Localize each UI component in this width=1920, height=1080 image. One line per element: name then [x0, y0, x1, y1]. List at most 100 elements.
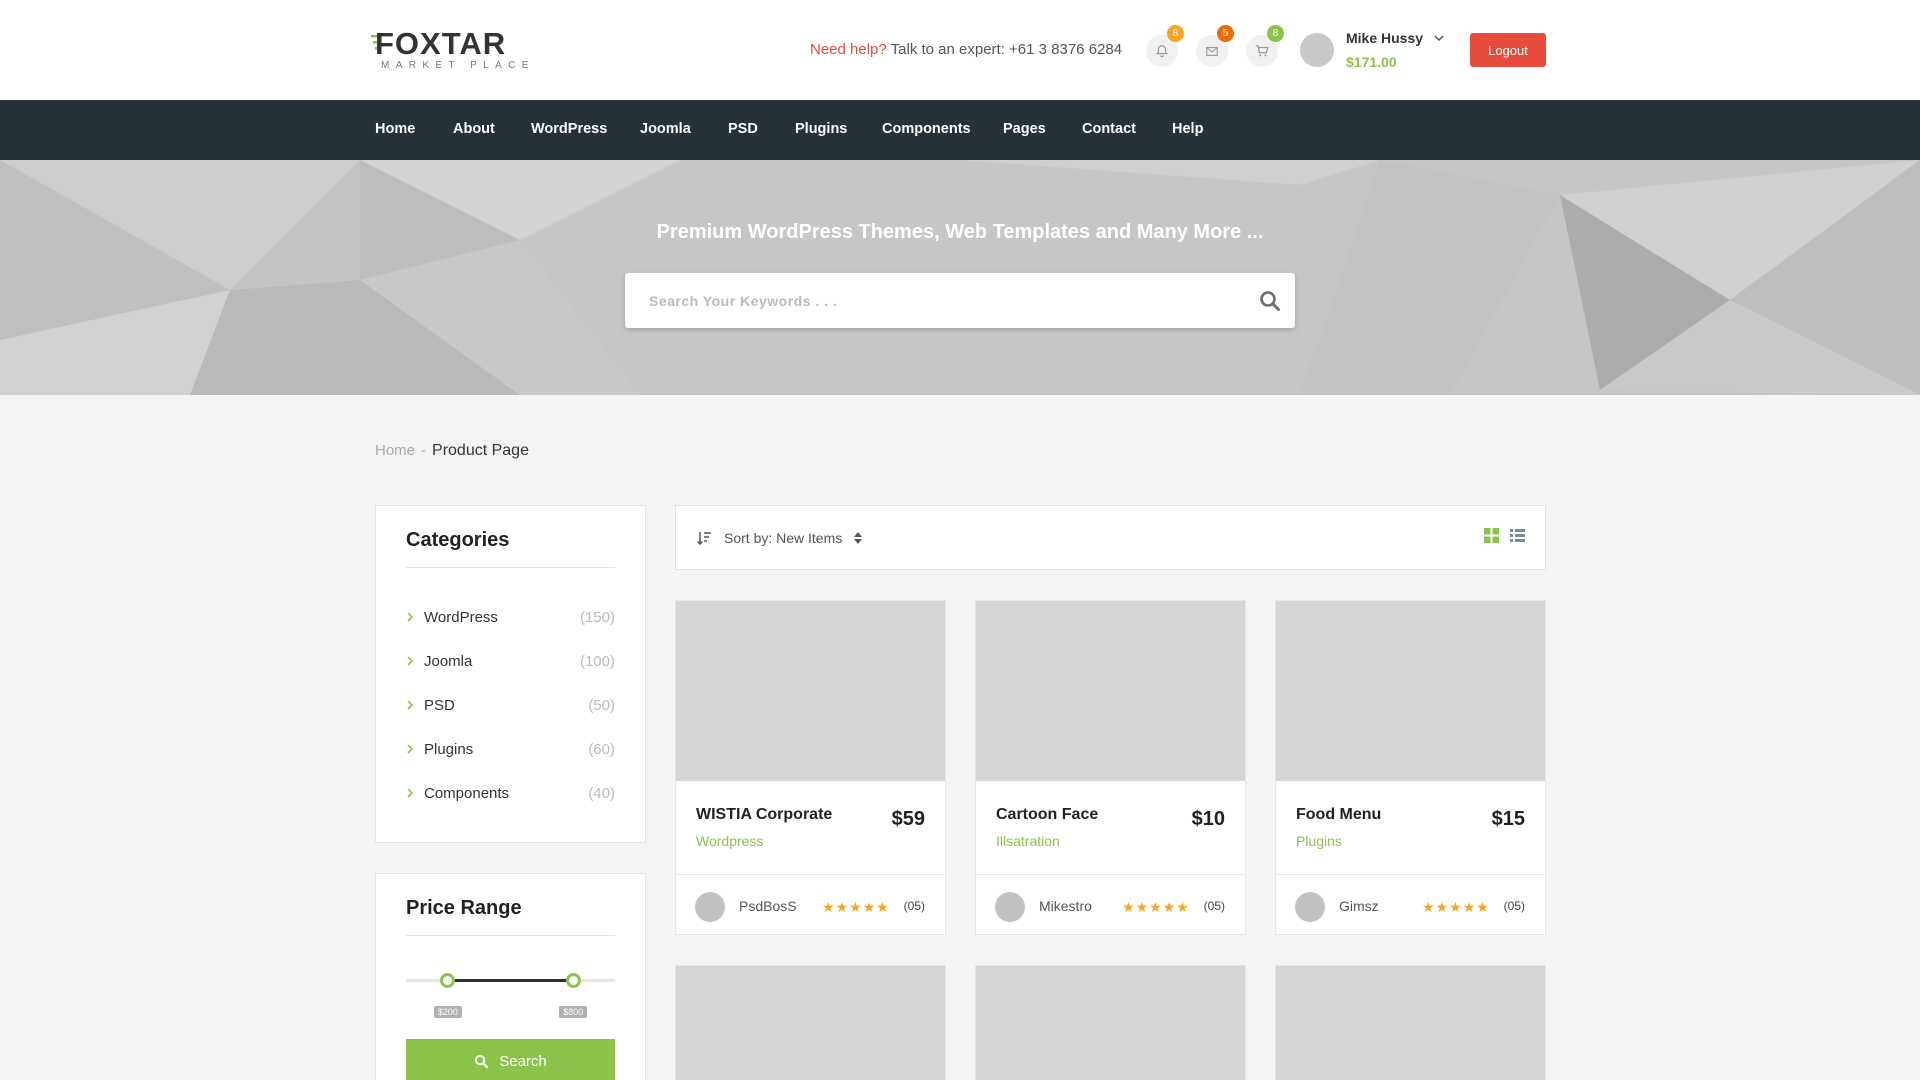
rating-count: (05): [1503, 899, 1525, 913]
sort-icon: [696, 532, 711, 546]
product-thumbnail[interactable]: [676, 966, 945, 1080]
messages-count-badge: 5: [1217, 25, 1234, 42]
star-icon: ★: [822, 899, 835, 915]
breadcrumb-current: Product Page: [432, 442, 529, 459]
category-count: (150): [579, 609, 615, 626]
categories-divider: [406, 567, 615, 568]
product-title[interactable]: Cartoon Face: [996, 806, 1098, 824]
price-range-divider: [406, 935, 615, 936]
star-icon: ★: [849, 899, 862, 915]
cart-count-badge: 8: [1267, 25, 1284, 42]
list-view-icon[interactable]: [1510, 528, 1525, 543]
main-nav: Home About WordPress Joomla PSD Plugins …: [0, 100, 1920, 160]
rating-count: (05): [903, 899, 925, 913]
product-category[interactable]: Wordpress: [696, 833, 763, 849]
category-name: WordPress: [424, 609, 498, 626]
product-thumbnail[interactable]: [976, 966, 1245, 1080]
rating-stars: ★ ★ ★ ★ ★: [1422, 899, 1489, 915]
product-thumbnail[interactable]: [1276, 601, 1545, 781]
product-thumbnail[interactable]: [1276, 966, 1545, 1080]
bell-icon: [1156, 45, 1168, 58]
hero-search-box: [625, 273, 1295, 328]
brand-logo[interactable]: FOXTAR MARKET PLACE: [371, 26, 528, 74]
chevron-right-icon: [407, 612, 414, 622]
category-item-plugins[interactable]: Plugins (60): [406, 740, 615, 760]
nav-contact[interactable]: Contact: [1082, 121, 1136, 137]
logo-tagline: MARKET PLACE: [381, 60, 535, 71]
category-name: Components: [424, 785, 510, 802]
author-avatar[interactable]: [1295, 892, 1325, 922]
author-name[interactable]: Mikestro: [1039, 898, 1092, 914]
nav-components[interactable]: Components: [882, 121, 971, 137]
hero-banner: Premium WordPress Themes, Web Templates …: [0, 160, 1920, 395]
messages-button[interactable]: 5: [1196, 25, 1234, 67]
product-title[interactable]: Food Menu: [1296, 806, 1381, 824]
sort-dropdown[interactable]: Sort by: New Items: [724, 530, 842, 546]
breadcrumb-home[interactable]: Home: [375, 442, 415, 459]
product-card[interactable]: [675, 965, 946, 1080]
help-phone-text[interactable]: Talk to an expert: +61 3 8376 6284: [891, 41, 1122, 58]
help-prefix: Need help?: [810, 41, 887, 58]
search-input[interactable]: [649, 273, 1229, 328]
price-slider-min-handle[interactable]: [440, 973, 456, 988]
product-category[interactable]: Plugins: [1296, 833, 1342, 849]
author-avatar[interactable]: [695, 892, 725, 922]
star-icon: ★: [1422, 899, 1435, 915]
nav-help[interactable]: Help: [1172, 121, 1203, 137]
category-item-psd[interactable]: PSD (50): [406, 696, 615, 716]
user-avatar[interactable]: [1300, 33, 1334, 67]
nav-plugins[interactable]: Plugins: [795, 121, 847, 137]
star-icon: ★: [862, 899, 876, 915]
nav-pages[interactable]: Pages: [1003, 121, 1046, 137]
cart-button[interactable]: 8: [1246, 25, 1284, 67]
logout-button[interactable]: Logout: [1470, 33, 1546, 67]
product-thumbnail[interactable]: [976, 601, 1245, 781]
nav-psd[interactable]: PSD: [728, 121, 758, 137]
grid-view-icon[interactable]: [1484, 528, 1499, 543]
star-icon: ★: [1449, 899, 1462, 915]
product-card[interactable]: WISTIA Corporate $59 Wordpress PsdBosS ★…: [675, 600, 946, 935]
product-thumbnail[interactable]: [676, 601, 945, 781]
logo-wordmark: FOXTAR: [375, 26, 507, 61]
product-card[interactable]: [1275, 965, 1546, 1080]
nav-home[interactable]: Home: [375, 121, 415, 137]
breadcrumb-separator: -: [421, 442, 427, 459]
chevron-down-icon[interactable]: [1433, 32, 1445, 44]
notifications-count-badge: 8: [1167, 25, 1184, 42]
author-name[interactable]: Gimsz: [1339, 898, 1379, 914]
nav-joomla[interactable]: Joomla: [640, 121, 691, 137]
notifications-button[interactable]: 8: [1146, 25, 1184, 67]
price-slider-max-handle[interactable]: [565, 973, 581, 988]
search-icon[interactable]: [1259, 290, 1281, 312]
author-avatar[interactable]: [995, 892, 1025, 922]
rating-stars: ★ ★ ★ ★ ★: [1122, 899, 1189, 915]
star-icon: ★: [876, 899, 889, 915]
product-card[interactable]: Food Menu $15 Plugins Gimsz ★ ★ ★ ★ ★ (05): [1275, 600, 1546, 935]
product-title[interactable]: WISTIA Corporate: [696, 806, 832, 824]
price-search-button[interactable]: Search: [406, 1039, 615, 1080]
category-item-joomla[interactable]: Joomla (100): [406, 652, 615, 672]
star-icon: ★: [1476, 899, 1489, 915]
chevron-right-icon: [407, 788, 414, 798]
product-card[interactable]: [975, 965, 1246, 1080]
user-name[interactable]: Mike Hussy: [1346, 30, 1423, 46]
category-item-wordpress[interactable]: WordPress (150): [406, 608, 615, 628]
product-price: $59: [891, 808, 925, 830]
category-item-components[interactable]: Components (40): [406, 784, 615, 804]
nav-about[interactable]: About: [453, 121, 495, 137]
nav-wordpress[interactable]: WordPress: [531, 121, 607, 137]
author-name[interactable]: PsdBosS: [739, 898, 797, 914]
sort-toolbar: Sort by: New Items: [675, 505, 1546, 570]
price-max-label: $800: [559, 1006, 588, 1018]
price-min-label: $200: [433, 1006, 462, 1018]
star-icon: ★: [1462, 899, 1476, 915]
categories-title: Categories: [406, 529, 510, 551]
star-icon: ★: [1435, 899, 1449, 915]
product-card[interactable]: Cartoon Face $10 Illsatration Mikestro ★…: [975, 600, 1246, 935]
star-icon: ★: [835, 899, 849, 915]
card-divider: [976, 874, 1245, 875]
sort-caret-icon[interactable]: [853, 530, 863, 546]
product-category[interactable]: Illsatration: [996, 833, 1060, 849]
price-slider-selected-range: [447, 979, 574, 982]
user-balance: $171.00: [1346, 54, 1397, 70]
